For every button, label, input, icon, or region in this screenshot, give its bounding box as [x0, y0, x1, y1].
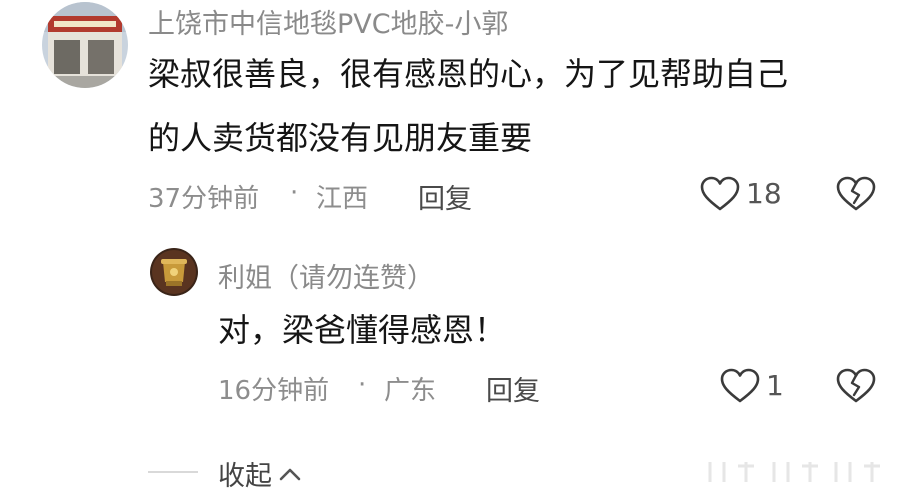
comment-text-line-2: 的人卖货都没有见朋友重要: [148, 119, 533, 157]
comment-text: 对，梁爸懂得感恩！: [218, 311, 507, 349]
chevron-up-icon: [278, 466, 302, 482]
like-count: 1: [766, 369, 784, 402]
heart-outline-icon[interactable]: [720, 368, 760, 404]
heart-outline-icon[interactable]: [700, 176, 740, 212]
comment-author[interactable]: 上饶市中信地毯PVC地胶-小郭: [148, 2, 508, 41]
broken-heart-icon[interactable]: [836, 368, 876, 404]
collapse-button[interactable]: 收起: [218, 454, 302, 493]
comment-text-line-1: 梁叔很善良，很有感恩的心，为了见帮助自己: [148, 55, 789, 93]
meta-separator: ·: [290, 178, 299, 208]
avatar[interactable]: [150, 248, 198, 296]
watermark: [704, 456, 900, 486]
comment-author[interactable]: 利姐（请勿连赞）: [218, 256, 434, 295]
reply-button[interactable]: 回复: [486, 369, 540, 408]
reply-button[interactable]: 回复: [418, 177, 472, 216]
collapse-divider: [148, 471, 198, 473]
collapse-label: 收起: [218, 461, 272, 492]
meta-separator: ·: [358, 370, 367, 400]
comment-location: 江西: [316, 184, 369, 214]
comment-time: 16分钟前: [218, 376, 330, 406]
avatar[interactable]: [42, 2, 128, 88]
like-count: 18: [746, 177, 782, 210]
comment-time: 37分钟前: [148, 184, 260, 214]
broken-heart-icon[interactable]: [836, 176, 876, 212]
comment-location: 广东: [384, 376, 437, 406]
